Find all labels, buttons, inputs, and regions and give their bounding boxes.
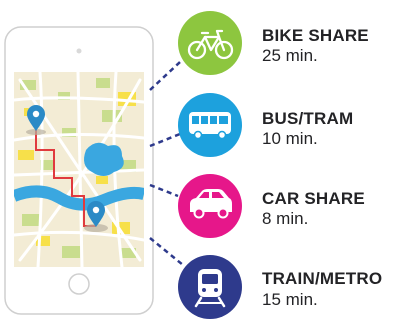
city-map[interactable] xyxy=(14,72,144,267)
phone-camera xyxy=(76,48,82,54)
option-time: 10 min. xyxy=(262,129,318,148)
option-time: 25 min. xyxy=(262,46,318,65)
option-title: BUS/TRAM xyxy=(262,109,354,128)
option-title: TRAIN/METRO xyxy=(262,269,383,288)
bike-share-circle[interactable] xyxy=(178,11,242,75)
start-pin-icon[interactable] xyxy=(26,105,46,135)
option-title: BIKE SHARE xyxy=(262,26,369,45)
option-title: CAR SHARE xyxy=(262,189,365,208)
phone-home-button[interactable] xyxy=(68,273,90,295)
connector-lines xyxy=(149,61,184,266)
option-time: 15 min. xyxy=(262,290,318,309)
option-time: 8 min. xyxy=(262,209,309,228)
